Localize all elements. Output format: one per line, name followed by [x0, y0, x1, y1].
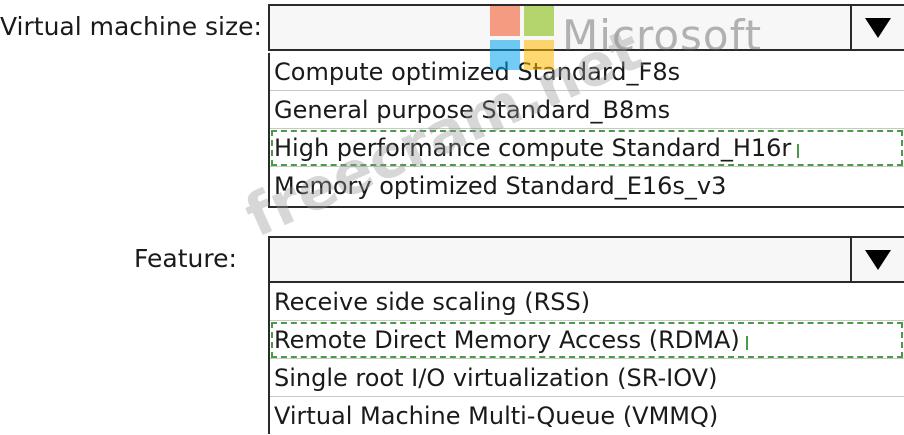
text-cursor [797, 144, 800, 158]
feature-label: Feature: [134, 244, 237, 273]
feature-dropdown[interactable] [268, 236, 904, 283]
option-label: Memory optimized Standard_E16s_v3 [274, 172, 727, 200]
feature-option-list: Receive side scaling (RSS) Remote Direct… [268, 283, 904, 434]
option-label: Receive side scaling (RSS) [274, 288, 591, 316]
vm-size-dropdown[interactable] [268, 4, 904, 51]
vm-size-option-high-performance-compute[interactable]: High performance compute Standard_H16r [270, 129, 904, 167]
option-label: General purpose Standard_B8ms [274, 96, 671, 124]
text-cursor [745, 336, 748, 350]
option-label: Remote Direct Memory Access (RDMA) [274, 326, 740, 354]
vm-size-option-list: Compute optimized Standard_F8s General p… [268, 53, 904, 208]
vm-size-option-general-purpose[interactable]: General purpose Standard_B8ms [270, 91, 904, 129]
option-label: Virtual Machine Multi-Queue (VMMQ) [274, 402, 719, 430]
vm-size-option-memory-optimized[interactable]: Memory optimized Standard_E16s_v3 [270, 167, 904, 205]
feature-option-vmmq[interactable]: Virtual Machine Multi-Queue (VMMQ) [270, 397, 904, 435]
option-label: High performance compute Standard_H16r [274, 134, 792, 162]
option-label: Compute optimized Standard_F8s [274, 58, 681, 86]
feature-option-sr-iov[interactable]: Single root I/O virtualization (SR-IOV) [270, 359, 904, 397]
vm-size-option-compute-optimized[interactable]: Compute optimized Standard_F8s [270, 53, 904, 91]
feature-dropdown-toggle[interactable] [850, 236, 904, 283]
triangle-down-icon [865, 17, 891, 38]
feature-option-rss[interactable]: Receive side scaling (RSS) [270, 283, 904, 321]
feature-option-rdma[interactable]: Remote Direct Memory Access (RDMA) [270, 321, 904, 359]
vm-size-label: Virtual machine size: [0, 12, 262, 41]
triangle-down-icon [865, 249, 891, 270]
option-label: Single root I/O virtualization (SR-IOV) [274, 364, 718, 392]
vm-size-dropdown-toggle[interactable] [850, 4, 904, 51]
microsoft-logo-icon [490, 6, 554, 70]
